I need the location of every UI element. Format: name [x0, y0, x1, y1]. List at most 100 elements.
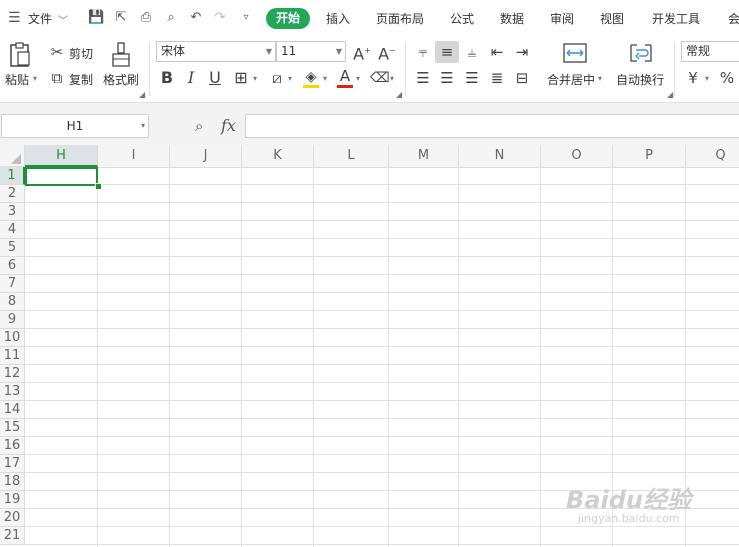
- formula-input[interactable]: [245, 114, 739, 138]
- column-header-p[interactable]: P: [613, 145, 686, 167]
- eraser-dropdown-icon[interactable]: ▾: [390, 74, 394, 83]
- save-icon[interactable]: 💾: [88, 10, 104, 26]
- tab-home[interactable]: 开始: [266, 8, 310, 29]
- row-header-3[interactable]: 3: [0, 203, 25, 221]
- merge-center-icon[interactable]: [562, 43, 588, 65]
- redo-icon[interactable]: ↷: [212, 10, 228, 26]
- group-expand-icon[interactable]: ◢: [139, 90, 145, 99]
- fill-color-icon[interactable]: ◈: [302, 67, 320, 89]
- group-expand-icon[interactable]: ◢: [396, 90, 402, 99]
- fill-handle[interactable]: [95, 183, 102, 190]
- align-top-icon[interactable]: ⫧: [414, 43, 432, 61]
- row-header-12[interactable]: 12: [0, 365, 25, 383]
- print-icon[interactable]: ⎙: [138, 10, 154, 26]
- align-center-icon[interactable]: ☰: [438, 69, 456, 87]
- row-header-17[interactable]: 17: [0, 455, 25, 473]
- column-header-i[interactable]: I: [98, 145, 170, 167]
- row-header-21[interactable]: 21: [0, 527, 25, 545]
- font-color-dropdown-icon[interactable]: ▾: [356, 74, 360, 83]
- column-header-o[interactable]: O: [541, 145, 613, 167]
- row-header-15[interactable]: 15: [0, 419, 25, 437]
- merge-center-button[interactable]: 合并居中: [547, 71, 595, 88]
- export-icon[interactable]: ⇱: [113, 10, 129, 26]
- eraser-icon[interactable]: ⌫: [370, 69, 390, 87]
- row-header-13[interactable]: 13: [0, 383, 25, 401]
- currency-icon[interactable]: ¥: [685, 69, 701, 87]
- tab-view[interactable]: 视图: [600, 10, 624, 27]
- column-header-m[interactable]: M: [389, 145, 459, 167]
- distributed-align-icon[interactable]: ⊟: [513, 69, 531, 87]
- merge-dropdown-icon[interactable]: ▾: [598, 74, 602, 83]
- fx-icon[interactable]: fx: [221, 116, 236, 135]
- name-box[interactable]: H1 ▾: [1, 114, 149, 138]
- row-header-20[interactable]: 20: [0, 509, 25, 527]
- border-icon[interactable]: ⊞: [232, 69, 250, 87]
- undo-icon[interactable]: ↶: [188, 10, 204, 26]
- justify-icon[interactable]: ≣: [488, 69, 506, 87]
- paste-dropdown-icon[interactable]: ▾: [33, 74, 37, 83]
- cut-button[interactable]: 剪切: [69, 45, 93, 62]
- tab-page-layout[interactable]: 页面布局: [376, 10, 424, 27]
- border-dropdown-icon[interactable]: ▾: [253, 74, 257, 83]
- cell-style-icon[interactable]: ⧄: [268, 69, 286, 87]
- group-expand-icon[interactable]: ◢: [667, 90, 673, 99]
- paste-icon[interactable]: [8, 42, 32, 68]
- chevron-down-icon[interactable]: ▾: [141, 115, 145, 137]
- copy-button[interactable]: 复制: [69, 71, 93, 88]
- scissors-icon[interactable]: ✂: [48, 43, 66, 61]
- column-header-j[interactable]: J: [170, 145, 242, 167]
- selected-cell[interactable]: [25, 167, 98, 186]
- customize-quickbar-icon[interactable]: ▿: [238, 10, 254, 26]
- increase-indent-icon[interactable]: ⇥: [513, 43, 531, 61]
- italic-icon[interactable]: I: [183, 69, 199, 87]
- row-header-18[interactable]: 18: [0, 473, 25, 491]
- align-middle-icon[interactable]: ≡: [438, 43, 456, 61]
- wrap-text-icon[interactable]: [628, 43, 654, 65]
- percent-icon[interactable]: %: [719, 69, 735, 87]
- zoom-search-icon[interactable]: ⌕: [195, 117, 203, 135]
- tab-formulas[interactable]: 公式: [450, 10, 474, 27]
- chevron-down-icon[interactable]: ﹀: [58, 12, 68, 27]
- cell-style-dropdown-icon[interactable]: ▾: [288, 74, 292, 83]
- number-format-select[interactable]: 常规: [681, 41, 739, 62]
- tab-review[interactable]: 审阅: [550, 10, 574, 27]
- format-painter-button[interactable]: 格式刷: [103, 71, 139, 88]
- file-menu[interactable]: 文件: [28, 10, 52, 27]
- print-preview-icon[interactable]: ⌕: [163, 10, 179, 26]
- row-header-19[interactable]: 19: [0, 491, 25, 509]
- wrap-text-button[interactable]: 自动换行: [616, 71, 664, 88]
- column-header-l[interactable]: L: [314, 145, 389, 167]
- tab-insert[interactable]: 插入: [326, 10, 350, 27]
- row-header-1[interactable]: 1: [0, 167, 25, 185]
- increase-font-icon[interactable]: A+: [353, 42, 371, 63]
- format-painter-icon[interactable]: [110, 42, 132, 68]
- paste-button[interactable]: 粘贴: [5, 71, 29, 88]
- font-color-icon[interactable]: A: [337, 67, 353, 89]
- font-size-select[interactable]: 11 ▼: [276, 41, 346, 62]
- align-bottom-icon[interactable]: ⫨: [463, 43, 481, 61]
- bold-icon[interactable]: B: [159, 69, 175, 87]
- row-header-8[interactable]: 8: [0, 293, 25, 311]
- tab-developer[interactable]: 开发工具: [652, 10, 700, 27]
- fill-color-dropdown-icon[interactable]: ▾: [323, 74, 327, 83]
- row-header-11[interactable]: 11: [0, 347, 25, 365]
- row-header-9[interactable]: 9: [0, 311, 25, 329]
- row-header-4[interactable]: 4: [0, 221, 25, 239]
- align-left-icon[interactable]: ☰: [414, 69, 432, 87]
- tab-member[interactable]: 会: [728, 10, 739, 27]
- row-header-7[interactable]: 7: [0, 275, 25, 293]
- row-header-6[interactable]: 6: [0, 257, 25, 275]
- row-header-10[interactable]: 10: [0, 329, 25, 347]
- underline-icon[interactable]: U: [207, 69, 223, 87]
- font-name-select[interactable]: 宋体 ▼: [156, 41, 276, 62]
- tab-data[interactable]: 数据: [500, 10, 524, 27]
- row-header-2[interactable]: 2: [0, 185, 25, 203]
- column-header-h[interactable]: H: [25, 145, 98, 167]
- select-all-corner[interactable]: [0, 145, 25, 167]
- decrease-indent-icon[interactable]: ⇤: [488, 43, 506, 61]
- row-header-16[interactable]: 16: [0, 437, 25, 455]
- row-header-14[interactable]: 14: [0, 401, 25, 419]
- decrease-font-icon[interactable]: A−: [378, 42, 396, 63]
- row-header-5[interactable]: 5: [0, 239, 25, 257]
- column-header-q[interactable]: Q: [686, 145, 739, 167]
